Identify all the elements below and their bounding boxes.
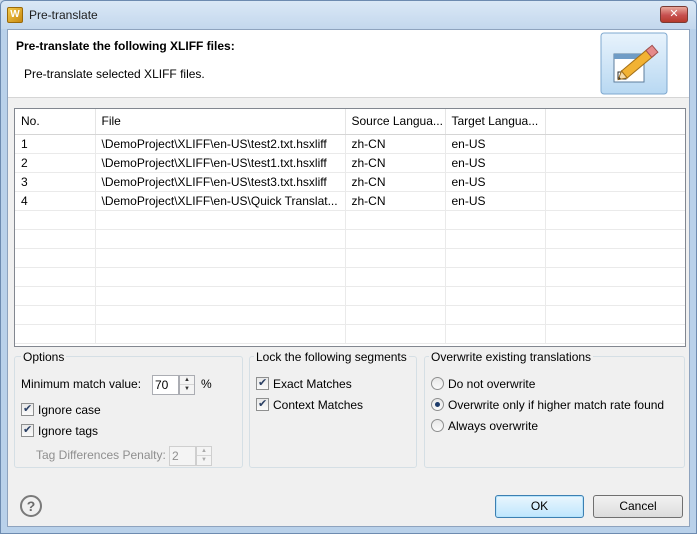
tag-penalty-label: Tag Differences Penalty: [36,448,166,462]
cell-file: \DemoProject\XLIFF\en-US\test1.txt.hsxli… [95,153,346,173]
overwrite-if-higher-label[interactable]: Overwrite only if higher match rate foun… [448,398,664,412]
overwrite-if-higher-radio[interactable] [431,398,444,411]
cell-no: 1 [15,134,96,154]
pre-translate-dialog: W Pre-translate ✕ Pre-translate the foll… [0,0,697,534]
help-icon[interactable]: ? [20,495,42,517]
column-header-source-language[interactable]: Source Langua... [345,109,446,135]
always-overwrite-label[interactable]: Always overwrite [448,419,538,433]
empty-row [15,324,685,344]
empty-row [15,286,685,306]
cell-no: 4 [15,191,96,211]
banner-description: Pre-translate selected XLIFF files. [24,67,205,81]
cell-target-language: en-US [445,191,546,211]
empty-row [15,229,685,249]
banner-title: Pre-translate the following XLIFF files: [16,39,235,53]
cell-filler [545,153,685,173]
column-header-file[interactable]: File [95,109,346,135]
options-group: Options Minimum match value: 70 ▲ ▼ % Ig… [14,350,243,468]
overwrite-group-title: Overwrite existing translations [429,350,594,364]
context-matches-checkbox[interactable] [256,397,269,411]
cell-filler [545,134,685,154]
cell-file: \DemoProject\XLIFF\en-US\test3.txt.hsxli… [95,172,346,192]
cell-filler [545,172,685,192]
dialog-client-area: Pre-translate the following XLIFF files:… [7,29,690,527]
do-not-overwrite-radio[interactable] [431,377,444,390]
cell-file: \DemoProject\XLIFF\en-US\Quick Translat.… [95,191,346,211]
empty-row [15,248,685,268]
spin-up-icon[interactable]: ▲ [197,447,211,456]
cell-target-language: en-US [445,153,546,173]
table-row[interactable]: 4 \DemoProject\XLIFF\en-US\Quick Transla… [15,191,685,211]
cell-source-language: zh-CN [345,153,446,173]
spin-down-icon[interactable]: ▼ [180,385,194,394]
overwrite-group: Overwrite existing translations Do not o… [424,350,685,468]
table-row[interactable]: 1 \DemoProject\XLIFF\en-US\test2.txt.hsx… [15,134,685,154]
header-banner: Pre-translate the following XLIFF files:… [8,30,689,98]
spin-up-icon[interactable]: ▲ [180,376,194,385]
cell-source-language: zh-CN [345,191,446,211]
table-row[interactable]: 3 \DemoProject\XLIFF\en-US\test3.txt.hsx… [15,172,685,192]
cell-target-language: en-US [445,134,546,154]
cell-no: 2 [15,153,96,173]
exact-matches-label[interactable]: Exact Matches [273,377,352,391]
empty-row [15,267,685,287]
cancel-button[interactable]: Cancel [593,495,683,518]
table-row[interactable]: 2 \DemoProject\XLIFF\en-US\test1.txt.hsx… [15,153,685,173]
empty-row [15,305,685,325]
min-match-label: Minimum match value: [21,377,142,391]
cell-target-language: en-US [445,172,546,192]
ignore-case-checkbox[interactable] [21,402,34,416]
ignore-tags-label[interactable]: Ignore tags [38,424,98,438]
min-match-input[interactable]: 70 [152,375,179,395]
exact-matches-checkbox[interactable] [256,376,269,390]
column-header-filler [545,109,685,135]
context-matches-label[interactable]: Context Matches [273,398,363,412]
do-not-overwrite-label[interactable]: Do not overwrite [448,377,535,391]
ok-button[interactable]: OK [495,495,584,518]
cell-no: 3 [15,172,96,192]
cell-filler [545,191,685,211]
ignore-case-label[interactable]: Ignore case [38,403,101,417]
table-header-row: No. File Source Langua... Target Langua.… [15,109,685,135]
tag-penalty-input[interactable]: 2 [169,446,196,466]
spin-down-icon[interactable]: ▼ [197,456,211,465]
min-match-spinner[interactable]: ▲ ▼ [179,375,195,395]
edit-document-pencil-icon [600,32,668,95]
close-icon[interactable]: ✕ [660,6,688,23]
column-header-no[interactable]: No. [15,109,96,135]
tag-penalty-spinner[interactable]: ▲ ▼ [196,446,212,466]
always-overwrite-radio[interactable] [431,419,444,432]
app-icon: W [7,7,23,23]
title-bar[interactable]: W Pre-translate ✕ [1,1,696,29]
cell-source-language: zh-CN [345,134,446,154]
column-header-target-language[interactable]: Target Langua... [445,109,546,135]
cell-source-language: zh-CN [345,172,446,192]
lock-segments-group: Lock the following segments Exact Matche… [249,350,417,468]
lock-group-title: Lock the following segments [254,350,409,364]
files-table[interactable]: No. File Source Langua... Target Langua.… [14,108,686,347]
percent-label: % [201,377,212,391]
cell-file: \DemoProject\XLIFF\en-US\test2.txt.hsxli… [95,134,346,154]
empty-row [15,210,685,230]
ignore-tags-checkbox[interactable] [21,423,34,437]
options-group-title: Options [21,350,67,364]
window-title: Pre-translate [29,8,98,22]
